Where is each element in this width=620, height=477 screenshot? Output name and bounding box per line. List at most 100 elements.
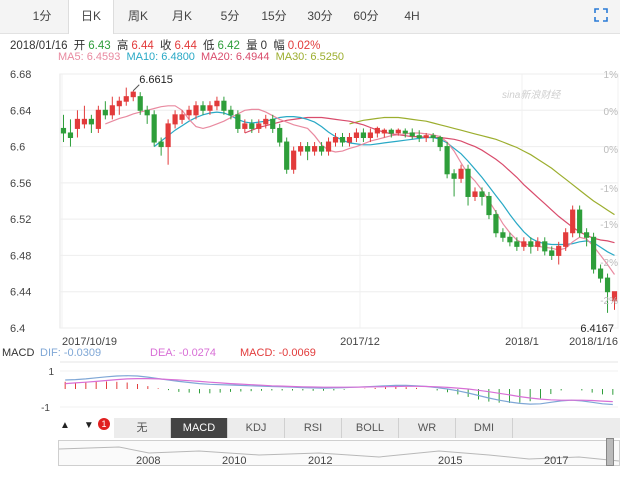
candle	[444, 142, 450, 179]
candle	[165, 119, 171, 165]
candle-body	[458, 168, 464, 179]
candle	[577, 205, 583, 238]
candle-body	[221, 100, 227, 111]
candle-body	[409, 132, 415, 137]
candle	[353, 128, 360, 143]
candle	[311, 142, 318, 156]
candle	[590, 232, 597, 274]
candle-body	[570, 209, 576, 234]
kline-chart[interactable]: sina新浪财经 6.686.646.66.566.526.486.446.41…	[0, 0, 620, 418]
candle	[81, 105, 88, 129]
indicator-none-button[interactable]: 无	[114, 418, 171, 438]
pct-tick-label: 0%	[604, 145, 619, 156]
navigator-handle[interactable]	[606, 438, 614, 466]
candle	[465, 164, 471, 206]
candle	[102, 101, 108, 120]
pct-tick-label: -2%	[600, 258, 618, 269]
candle-body	[360, 132, 367, 138]
candle-body	[367, 132, 373, 138]
candle-body	[325, 141, 332, 152]
pct-tick-label: -1%	[600, 184, 618, 195]
nav-year-label: 2008	[136, 455, 161, 467]
candle	[472, 187, 478, 201]
x-tick-label: 2017/12	[340, 336, 380, 348]
candle-body	[88, 118, 94, 125]
y-tick-label: 6.48	[10, 250, 31, 262]
candle-body	[60, 127, 67, 134]
candle-body	[542, 241, 548, 252]
candle-body	[242, 123, 248, 129]
indicator-dmi-button[interactable]: DMI	[456, 418, 513, 438]
candle-body	[374, 127, 380, 134]
indicator-kdj-button[interactable]: KDJ	[228, 418, 285, 438]
y-tick-label: 6.44	[10, 287, 31, 299]
candle-body	[465, 168, 471, 197]
indicator-macd-button[interactable]: MACD	[171, 418, 228, 438]
candle	[291, 146, 297, 174]
candle-body	[74, 118, 81, 129]
pct-tick-label: -1%	[600, 220, 618, 231]
candle	[437, 135, 443, 152]
arrow-up-icon[interactable]: ▲	[60, 420, 70, 431]
candle-body	[123, 96, 129, 102]
candle-body	[193, 105, 199, 116]
candle-body	[430, 135, 436, 139]
candle	[486, 191, 492, 220]
candle-body	[437, 137, 443, 148]
candle-body	[263, 118, 269, 125]
candle	[458, 164, 464, 183]
candle-body	[500, 232, 506, 238]
candle-body	[318, 146, 325, 152]
scroll-arrows[interactable]: ▲ ▼	[60, 420, 94, 431]
y-tick-label: 6.4	[10, 323, 25, 335]
candle	[528, 237, 534, 254]
arrow-down-icon[interactable]: ▼	[84, 420, 94, 431]
candle-body	[584, 232, 590, 238]
candle-body	[284, 141, 290, 170]
candle-body	[402, 130, 408, 134]
candle	[318, 142, 325, 156]
candle-body	[200, 105, 206, 111]
candle-body	[158, 141, 164, 148]
candle-body	[116, 100, 122, 107]
candle	[298, 142, 304, 156]
candle-body	[451, 173, 457, 179]
candle-body	[556, 245, 562, 256]
x-tick-label: 2018/1/16	[569, 336, 618, 348]
candle	[339, 132, 346, 147]
candle	[542, 237, 548, 256]
candle-body	[305, 146, 311, 152]
candle-body	[151, 114, 157, 143]
macd-y-tick: -1	[41, 403, 50, 414]
candle-body	[207, 105, 213, 111]
candle-body	[179, 114, 185, 120]
candle-body	[291, 150, 297, 170]
indicator-wr-button[interactable]: WR	[399, 418, 456, 438]
candle	[570, 205, 576, 238]
indicator-rsi-button[interactable]: RSI	[285, 418, 342, 438]
candle	[151, 110, 157, 147]
candle-body	[332, 137, 339, 143]
nav-year-label: 2010	[222, 455, 247, 467]
candle	[144, 105, 150, 124]
candle	[130, 90, 136, 102]
indicator-boll-button[interactable]: BOLL	[342, 418, 399, 438]
candle-body	[277, 127, 283, 143]
candle-body	[388, 129, 394, 134]
candle	[479, 187, 485, 206]
candle	[374, 126, 380, 138]
candle-body	[186, 109, 192, 116]
candle-body	[81, 118, 88, 125]
candle	[88, 114, 94, 133]
candle-body	[528, 241, 534, 247]
candle-body	[109, 105, 115, 116]
candle	[556, 241, 562, 265]
candle-body	[472, 191, 478, 197]
pct-tick-label: 1%	[604, 70, 619, 81]
candle-body	[486, 195, 492, 216]
candle	[381, 128, 387, 138]
y-tick-label: 6.56	[10, 178, 31, 190]
candle-body	[256, 123, 262, 129]
candle-body	[67, 132, 74, 138]
notification-badge: 1	[98, 418, 110, 430]
